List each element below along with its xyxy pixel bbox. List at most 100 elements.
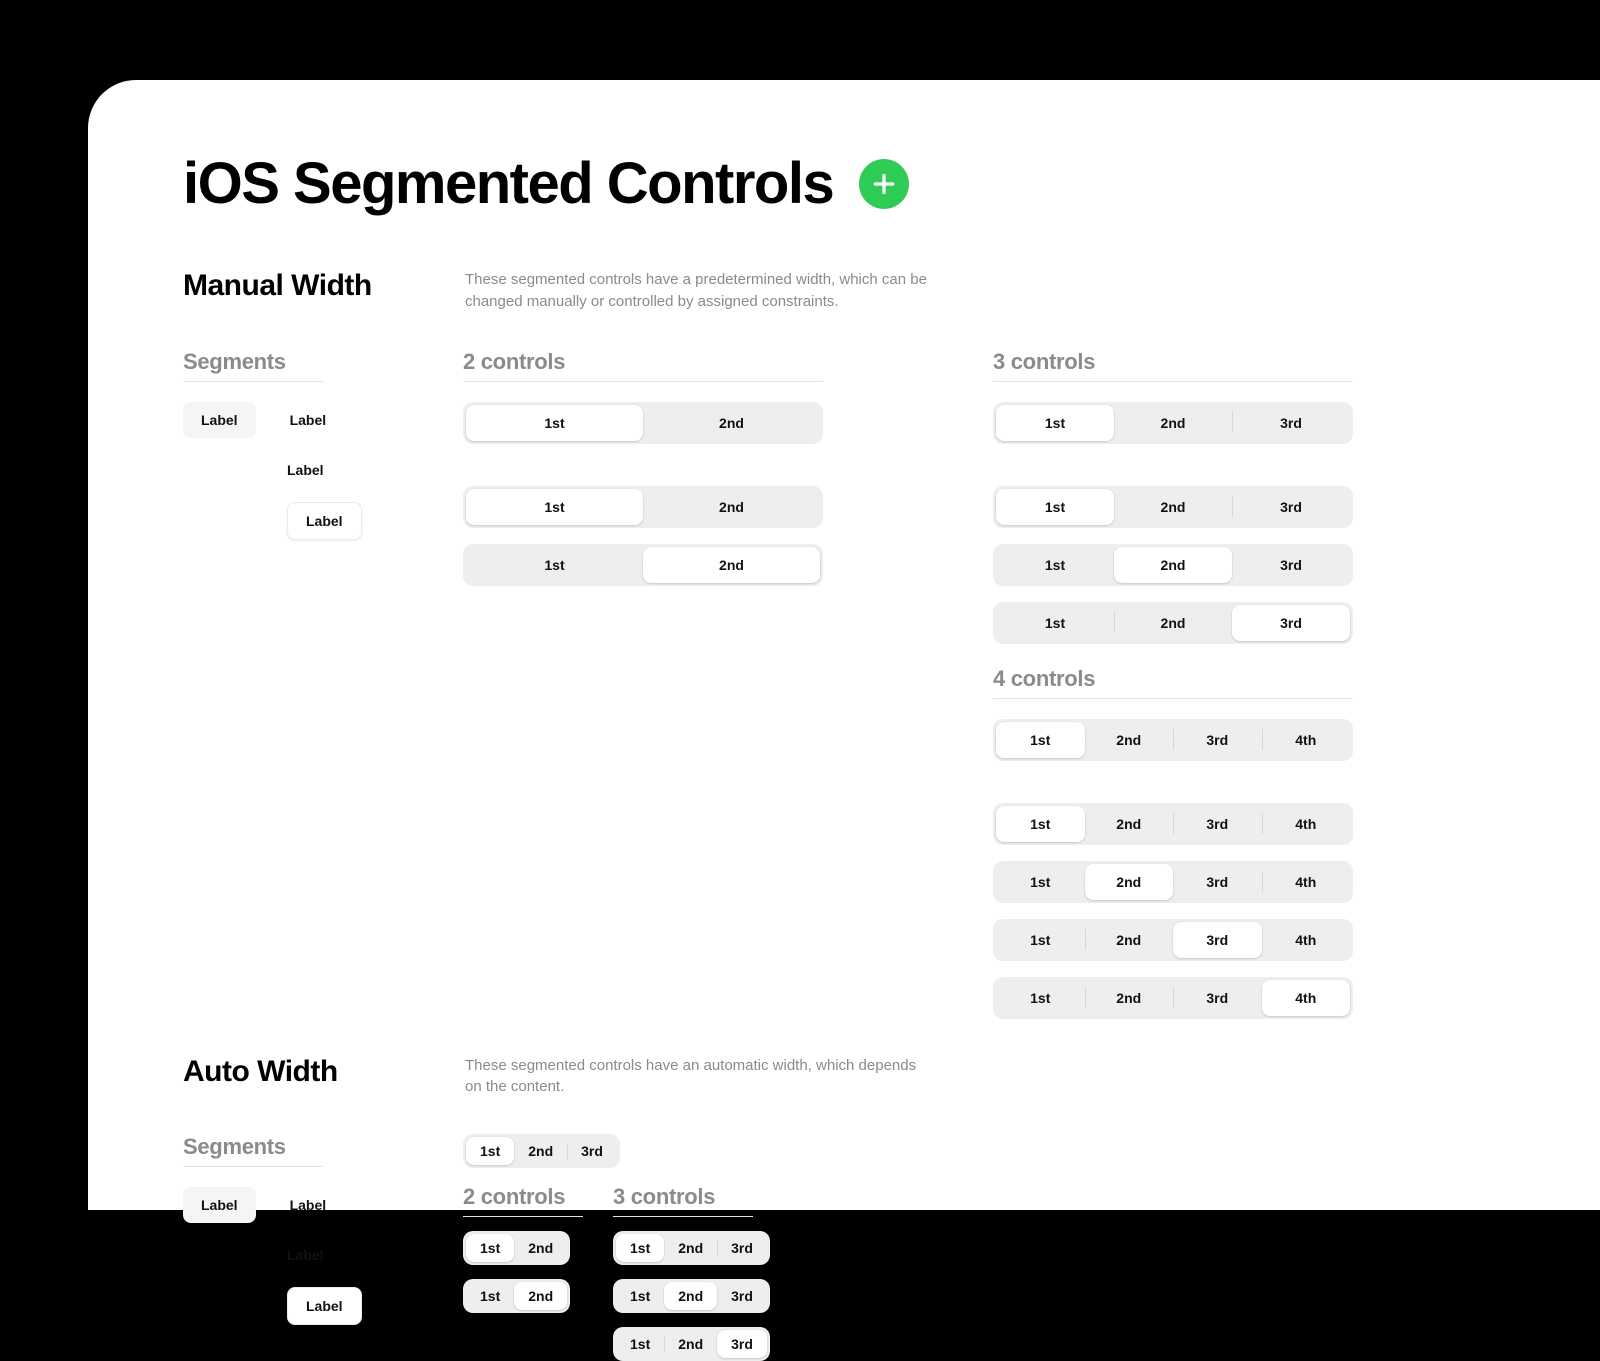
three-controls-column: 3 controls 1st 2nd 3rd 1st 2nd 3rd 1st 2…	[993, 349, 1523, 1019]
two-controls-heading: 2 controls	[463, 1184, 583, 1217]
two-controls-column: 2 controls 1st 2nd 1st 2nd 1st 2nd	[463, 349, 993, 586]
auto-width-header: Auto Width These segmented controls have…	[183, 1055, 1600, 1099]
segment-item[interactable]: 1st	[996, 722, 1085, 758]
segmented-control: 1st 2nd	[463, 402, 823, 444]
segment-item[interactable]: 3rd	[1173, 922, 1262, 958]
label-chip-filled[interactable]: Label	[183, 402, 256, 438]
segment-item[interactable]: 1st	[996, 980, 1085, 1016]
segment-item[interactable]: 2nd	[1085, 922, 1174, 958]
label-chip-outlined[interactable]: Label	[287, 502, 362, 540]
segment-item[interactable]: 3rd	[1232, 405, 1350, 441]
design-spec-card: iOS Segmented Controls Manual Width Thes…	[88, 80, 1600, 1210]
segment-item[interactable]: 4th	[1262, 722, 1351, 758]
segment-item[interactable]: 2nd	[514, 1282, 567, 1310]
segment-item[interactable]: 1st	[996, 547, 1114, 583]
segment-item[interactable]: 3rd	[1173, 806, 1262, 842]
segmented-control: 1st 2nd 3rd 4th	[993, 803, 1353, 845]
segment-item[interactable]: 1st	[466, 405, 643, 441]
segment-item[interactable]: 3rd	[1173, 980, 1262, 1016]
segment-item[interactable]: 2nd	[664, 1330, 717, 1358]
segment-item[interactable]: 1st	[996, 922, 1085, 958]
segment-item[interactable]: 2nd	[1085, 722, 1174, 758]
segment-item[interactable]: 1st	[616, 1234, 664, 1262]
segment-item[interactable]: 1st	[466, 1234, 514, 1262]
three-controls-heading: 3 controls	[613, 1184, 753, 1217]
segment-item[interactable]: 2nd	[643, 405, 820, 441]
segment-item[interactable]: 2nd	[643, 547, 820, 583]
segment-item[interactable]: 3rd	[717, 1282, 767, 1310]
segment-item[interactable]: 3rd	[717, 1234, 767, 1262]
segmented-control: 1st 2nd 3rd	[993, 402, 1353, 444]
segment-item[interactable]: 1st	[996, 489, 1114, 525]
segment-item[interactable]: 1st	[996, 405, 1114, 441]
segment-item[interactable]: 2nd	[643, 489, 820, 525]
auto-two-controls: 2 controls 1st 2nd 1st 2nd	[463, 1174, 583, 1313]
segment-item[interactable]: 1st	[466, 1137, 514, 1165]
label-chip-filled[interactable]: Label	[183, 1187, 256, 1223]
segment-item[interactable]: 1st	[996, 605, 1114, 641]
label-examples: Label Label Label Label	[183, 1187, 463, 1325]
segment-item[interactable]: 1st	[996, 864, 1085, 900]
segment-item[interactable]: 2nd	[1114, 405, 1232, 441]
label-chip-outlined[interactable]: Label	[287, 1287, 362, 1325]
segment-item[interactable]: 2nd	[1085, 806, 1174, 842]
four-controls-heading: 4 controls	[993, 666, 1353, 699]
two-controls-heading: 2 controls	[463, 349, 823, 382]
segmented-control: 1st 2nd 3rd	[993, 602, 1353, 644]
segment-item[interactable]: 1st	[466, 489, 643, 525]
segment-item[interactable]: 2nd	[1114, 605, 1232, 641]
segmented-control: 1st 2nd 3rd 4th	[993, 719, 1353, 761]
segment-item[interactable]: 3rd	[1232, 489, 1350, 525]
label-chip-plain: Label	[287, 1237, 324, 1273]
segmented-control: 1st 2nd	[463, 486, 823, 528]
add-badge[interactable]	[859, 159, 909, 209]
label-chip-plain: Label	[290, 1187, 327, 1223]
auto-width-heading: Auto Width	[183, 1055, 429, 1089]
segment-item[interactable]: 3rd	[717, 1330, 767, 1358]
segment-item[interactable]: 3rd	[1173, 722, 1262, 758]
auto-three-controls: 3 controls 1st 2nd 3rd 1st 2nd 3rd	[613, 1174, 770, 1361]
segment-item[interactable]: 1st	[466, 547, 643, 583]
segment-item[interactable]: 2nd	[514, 1137, 567, 1165]
segment-item[interactable]: 2nd	[664, 1234, 717, 1262]
segmented-control: 1st 2nd	[463, 1231, 570, 1265]
three-controls-heading: 3 controls	[993, 349, 1353, 382]
segment-item[interactable]: 3rd	[1232, 547, 1350, 583]
segmented-control: 1st 2nd 3rd 4th	[993, 919, 1353, 961]
page-title-row: iOS Segmented Controls	[183, 150, 1600, 217]
segment-item[interactable]: 2nd	[1085, 864, 1174, 900]
page-title: iOS Segmented Controls	[183, 150, 833, 217]
segment-item[interactable]: 3rd	[1232, 605, 1350, 641]
segment-item[interactable]: 2nd	[514, 1234, 567, 1262]
segment-item[interactable]: 1st	[616, 1282, 664, 1310]
segment-item[interactable]: 2nd	[1085, 980, 1174, 1016]
segmented-control: 1st 2nd 3rd	[613, 1231, 770, 1265]
segment-item[interactable]: 3rd	[1173, 864, 1262, 900]
segment-item[interactable]: 2nd	[1114, 547, 1232, 583]
segment-item[interactable]: 1st	[616, 1330, 664, 1358]
manual-columns: Segments Label Label Label Label 2 contr…	[183, 349, 1600, 1019]
segment-item[interactable]: 1st	[996, 806, 1085, 842]
segmented-control: 1st 2nd 3rd	[463, 1134, 620, 1168]
segmented-control: 1st 2nd	[463, 1279, 570, 1313]
segment-item[interactable]: 2nd	[664, 1282, 717, 1310]
segment-item[interactable]: 1st	[466, 1282, 514, 1310]
manual-width-header: Manual Width These segmented controls ha…	[183, 269, 1600, 313]
segments-column: Segments Label Label Label Label	[183, 1134, 463, 1325]
manual-width-heading: Manual Width	[183, 269, 429, 303]
segmented-control: 1st 2nd 3rd 4th	[993, 977, 1353, 1019]
segment-item[interactable]: 4th	[1262, 806, 1351, 842]
segment-item[interactable]: 4th	[1262, 864, 1351, 900]
segment-item[interactable]: 4th	[1262, 980, 1351, 1016]
segments-subheading: Segments	[183, 349, 323, 382]
auto-columns: Segments Label Label Label Label 1st	[183, 1134, 1600, 1361]
segmented-control: 1st 2nd 3rd	[613, 1327, 770, 1361]
label-chip-plain: Label	[290, 402, 327, 438]
segmented-control: 1st 2nd 3rd	[993, 544, 1353, 586]
segmented-control: 1st 2nd 3rd	[993, 486, 1353, 528]
segmented-control: 1st 2nd 3rd	[613, 1279, 770, 1313]
segment-item[interactable]: 4th	[1262, 922, 1351, 958]
segment-item[interactable]: 2nd	[1114, 489, 1232, 525]
segment-item[interactable]: 3rd	[567, 1137, 617, 1165]
segmented-control: 1st 2nd	[463, 544, 823, 586]
